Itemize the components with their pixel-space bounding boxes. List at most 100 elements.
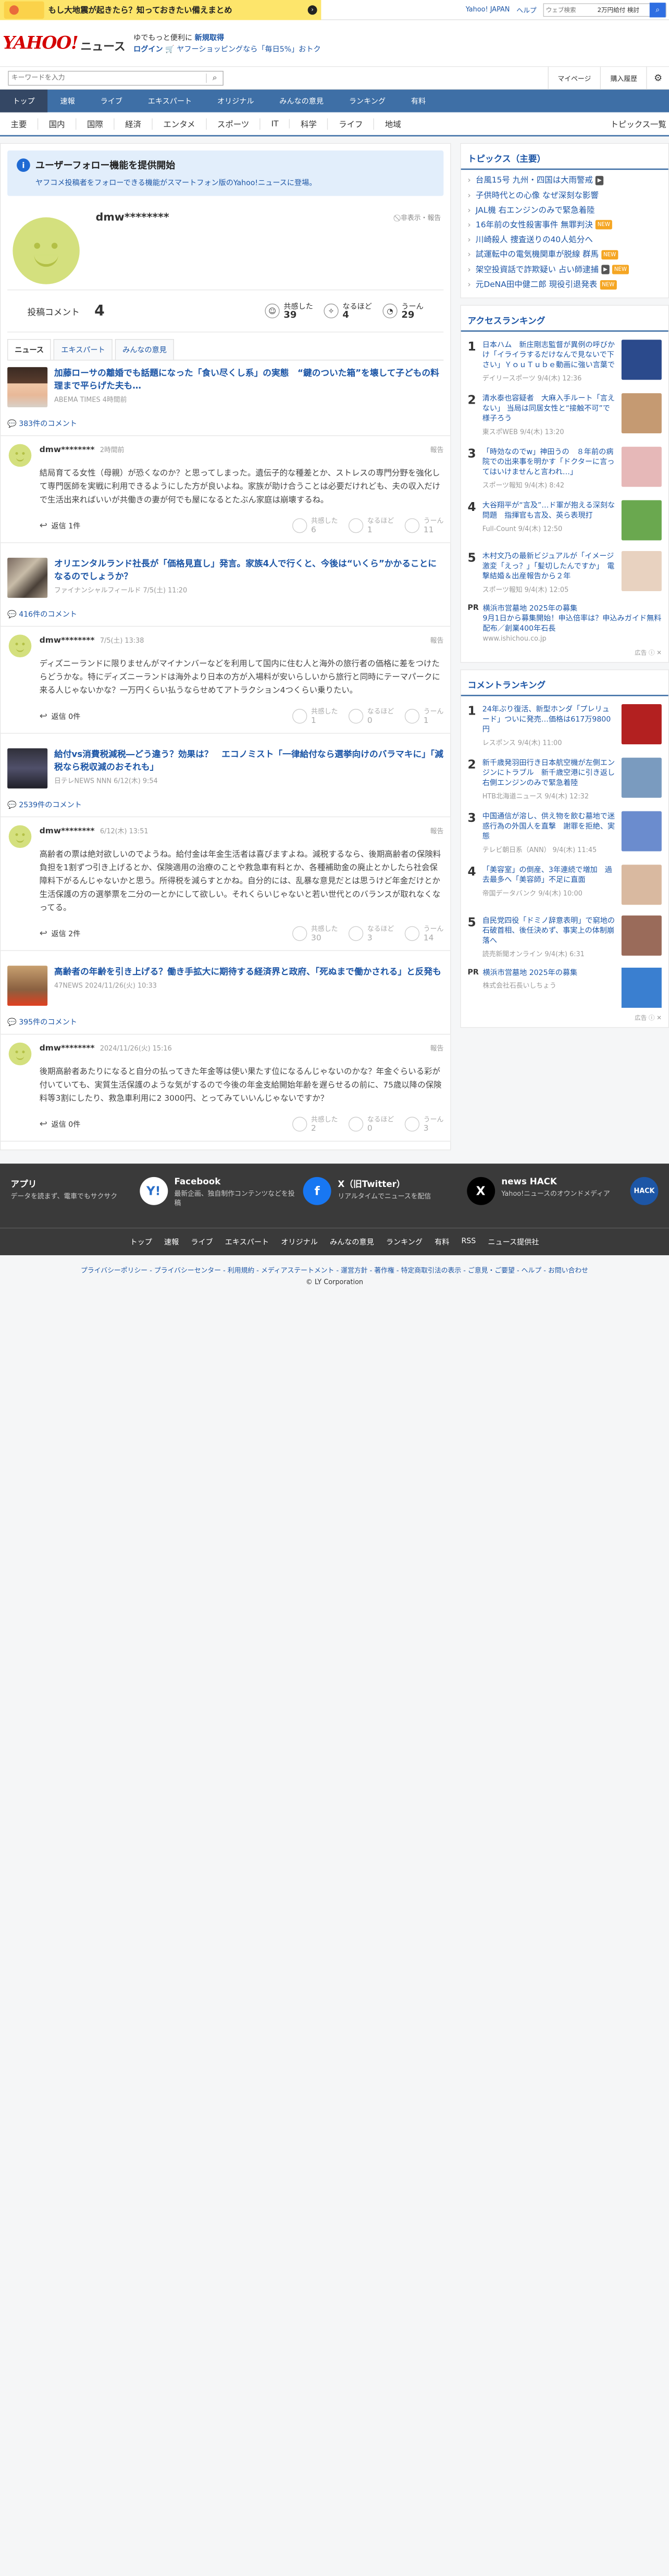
comment-user[interactable]: dmw******** (40, 635, 95, 644)
category-item[interactable]: 主要 (0, 118, 39, 130)
topic-item[interactable]: 16年前の女性殺害事件 無罪判決NEW (461, 217, 668, 232)
signup-link[interactable]: 新規取得 (195, 33, 224, 42)
login-link[interactable]: ログイン (133, 44, 163, 53)
pr-item[interactable]: PR 横浜市営墓地 2025年の募集 株式会社石長いしちょう (461, 964, 668, 1011)
footer-app-link[interactable]: アプリ データを読まず、電車でもサクサク Y! (11, 1177, 168, 1215)
web-search-input[interactable] (543, 4, 598, 16)
category-item[interactable]: 科学 (290, 118, 328, 130)
reply-button[interactable]: ↩ 返信 2件 (40, 928, 81, 939)
ranking-item[interactable]: 1 24年ぶり復活、新型ホンダ「プレリュード」ついに発売…価格は617万9800円… (461, 698, 668, 752)
footer-app-link[interactable]: news HACK Yahoo!ニュースのオウンドメディア HACK (501, 1177, 659, 1215)
category-item[interactable]: 地域 (374, 118, 412, 130)
report-link[interactable]: 報告 (430, 825, 444, 835)
pr-item[interactable]: PR 横浜市営墓地 2025年の募集 9月1日から募集開始！申込倍率は？申込みガイド… (461, 599, 668, 646)
footer-nav-item[interactable]: エキスパート (225, 1236, 269, 1247)
report-link[interactable]: 報告 (430, 635, 444, 645)
category-item[interactable]: IT (261, 119, 290, 129)
link-help[interactable]: ヘルプ (516, 5, 537, 15)
tab[interactable]: エキスパート (54, 339, 113, 360)
keyword-input[interactable] (8, 71, 206, 85)
gnav-item[interactable]: ランキング (336, 90, 398, 112)
footer-nav-item[interactable]: 有料 (435, 1236, 449, 1247)
mypage-button[interactable]: マイページ (548, 66, 600, 90)
gnav-item[interactable]: 有料 (398, 90, 438, 112)
shopping-link[interactable]: ヤフーショッピングなら「毎日5%」おトク (177, 44, 320, 53)
tab[interactable]: ニュース (7, 339, 52, 360)
report-link[interactable]: 報告 (430, 1043, 444, 1053)
gnav-item[interactable]: みんなの意見 (267, 90, 337, 112)
comment-count-link[interactable]: 💬 395件のコメント (7, 1017, 443, 1034)
comment-count-link[interactable]: 💬 416件のコメント (7, 608, 443, 626)
search-suggestion[interactable]: 2万円給付 検討 (598, 5, 650, 14)
naruhodo-button[interactable]: なるほど 0 (348, 707, 394, 724)
article-thumbnail[interactable] (7, 367, 48, 407)
yahoo-news-logo[interactable]: YAHOO! ニュース (3, 33, 126, 54)
reply-button[interactable]: ↩ 返信 0件 (40, 1119, 81, 1130)
uun-button[interactable]: うーん 14 (404, 925, 443, 942)
search-icon[interactable]: ⌕ (207, 73, 223, 83)
article-title[interactable]: 加藤ローサの離婚でも話題になった「食い尽くし系」の実態 “鍵のついた箱”を壊して… (54, 367, 443, 393)
comment-count-link[interactable]: 💬 383件のコメント (7, 418, 443, 435)
ad-label[interactable]: 広告 ⓘ ✕ (461, 646, 668, 662)
footer-nav-item[interactable]: 速報 (164, 1236, 179, 1247)
gear-icon[interactable]: ⚙ (646, 66, 669, 90)
comment-count-link[interactable]: 💬 2539件のコメント (7, 799, 443, 816)
article-title[interactable]: 高齢者の年齢を引き上げる？働き手拡大に期待する経済界と政府、「死ぬまで働かされる… (54, 966, 441, 978)
report-link[interactable]: 報告 (430, 444, 444, 454)
footer-links[interactable]: プライバシーポリシー - プライバシーセンター - 利用規約 - メディアステー… (0, 1265, 669, 1274)
ranking-item[interactable]: 3 中国通信が溶し、供え物を飲む墓地で迷惑行為の外国人を直撃 謝罪を拒絶、実態 テレ… (461, 806, 668, 859)
category-item[interactable]: ライフ (328, 118, 375, 130)
footer-nav-item[interactable]: みんなの意見 (330, 1236, 374, 1247)
naruhodo-button[interactable]: なるほど 0 (348, 1116, 394, 1133)
naruhodo-button[interactable]: なるほど 3 (348, 925, 394, 942)
gnav-item[interactable]: オリジナル (204, 90, 266, 112)
topic-item[interactable]: 川崎殺人 捜査送りの40人処分へ (461, 232, 668, 247)
topic-item[interactable]: JAL機 右エンジンのみで緊急着陸 (461, 202, 668, 217)
ranking-item[interactable]: 5 自民党四役「ドミノ辞意表明」で窮地の石破首相、後任決めず、事実上の体制崩落へ読… (461, 910, 668, 964)
tab[interactable]: みんなの意見 (115, 339, 175, 360)
topics-list-link[interactable]: トピックス一覧 (600, 118, 669, 130)
reply-button[interactable]: ↩ 返信 1件 (40, 520, 81, 531)
notice-link[interactable]: ヤフコメ投稿者をフォローできる機能がスマートフォン版のYahoo!ニュースに登場… (35, 177, 434, 188)
gnav-item[interactable]: ライブ (88, 90, 135, 112)
uun-button[interactable]: うーん 11 (404, 517, 443, 534)
footer-nav-item[interactable]: オリジナル (281, 1236, 318, 1247)
ranking-item[interactable]: 2 清水泰也容疑者 大麻入手ルート「言えない」 当局は同居女性と“接触不可”で様子… (461, 387, 668, 441)
empathy-button[interactable]: 共感した 30 (292, 925, 338, 942)
ranking-item[interactable]: 4 「美容室」の倒産、3年連続で増加 過去最多へ「美容師」不足に直面 帝国データバン… (461, 859, 668, 910)
footer-app-link[interactable]: Facebook 最新企画、独自制作コンテンツなどを投稿 f (174, 1177, 331, 1215)
article-thumbnail[interactable] (7, 748, 48, 789)
article-thumbnail[interactable] (7, 557, 48, 598)
footer-nav-item[interactable]: ランキング (386, 1236, 423, 1247)
gnav-item[interactable]: トップ (0, 90, 48, 112)
footer-nav-item[interactable]: トップ (130, 1236, 152, 1247)
ranking-item[interactable]: 1 日本ハム 新庄剛志監督が異例の呼びかけ「イライラするだけなんで見ないで下さい」… (461, 334, 668, 387)
topic-item[interactable]: 試運転中の電気機関車が脱線 群馬NEW (461, 247, 668, 262)
category-item[interactable]: スポーツ (206, 118, 261, 130)
comment-user[interactable]: dmw******** (40, 826, 95, 835)
article-thumbnail[interactable] (7, 966, 48, 1006)
ranking-item[interactable]: 4 大谷翔平が“言及”…ド軍が抱える深刻な問題 指揮官も言及、英ら表現打 Full-… (461, 495, 668, 546)
uun-button[interactable]: うーん 1 (404, 707, 443, 724)
category-item[interactable]: 経済 (115, 118, 153, 130)
topic-item[interactable]: 元DeNA田中健二郎 現役引退発表NEW (461, 277, 668, 292)
gnav-item[interactable]: エキスパート (135, 90, 204, 112)
uun-button[interactable]: うーん 3 (404, 1116, 443, 1133)
category-item[interactable]: 国内 (38, 118, 77, 130)
footer-nav-item[interactable]: RSS (461, 1236, 476, 1247)
topic-item[interactable]: 架空投資話で詐欺疑い 占い師逮捕▶NEW (461, 262, 668, 277)
article-title[interactable]: 給付vs消費税減税―どう違う？効果は？ エコノミスト「一律給付なら選挙向けのバラ… (54, 748, 443, 774)
empathy-button[interactable]: 共感した 1 (292, 707, 338, 724)
topic-item[interactable]: 子供時代との心像 なぜ深刻な影響 (461, 187, 668, 202)
ranking-item[interactable]: 2 新千歳発羽田行き日本航空機が左側エンジンにトラブル 新千歳空港に引き返し右側エ… (461, 752, 668, 806)
empathy-button[interactable]: 共感した 6 (292, 517, 338, 534)
ad-banner[interactable]: もし大地震が起きたら？知っておきたい備えまとめ › (0, 0, 321, 20)
comment-user[interactable]: dmw******** (40, 1043, 95, 1052)
naruhodo-button[interactable]: なるほど 1 (348, 517, 394, 534)
history-button[interactable]: 購入履歴 (600, 66, 647, 90)
reply-button[interactable]: ↩ 返信 0件 (40, 711, 81, 722)
footer-nav-item[interactable]: ライブ (191, 1236, 213, 1247)
footer-app-link[interactable]: X（旧Twitter） リアルタイムでニュースを配信 X (338, 1177, 495, 1215)
ranking-item[interactable]: 5 木村文乃の最新ビジュアルが「イメージ激変「えっ？」「髪切したんですか」 電撃結… (461, 545, 668, 599)
link-yahoo-japan[interactable]: Yahoo! JAPAN (466, 6, 510, 14)
